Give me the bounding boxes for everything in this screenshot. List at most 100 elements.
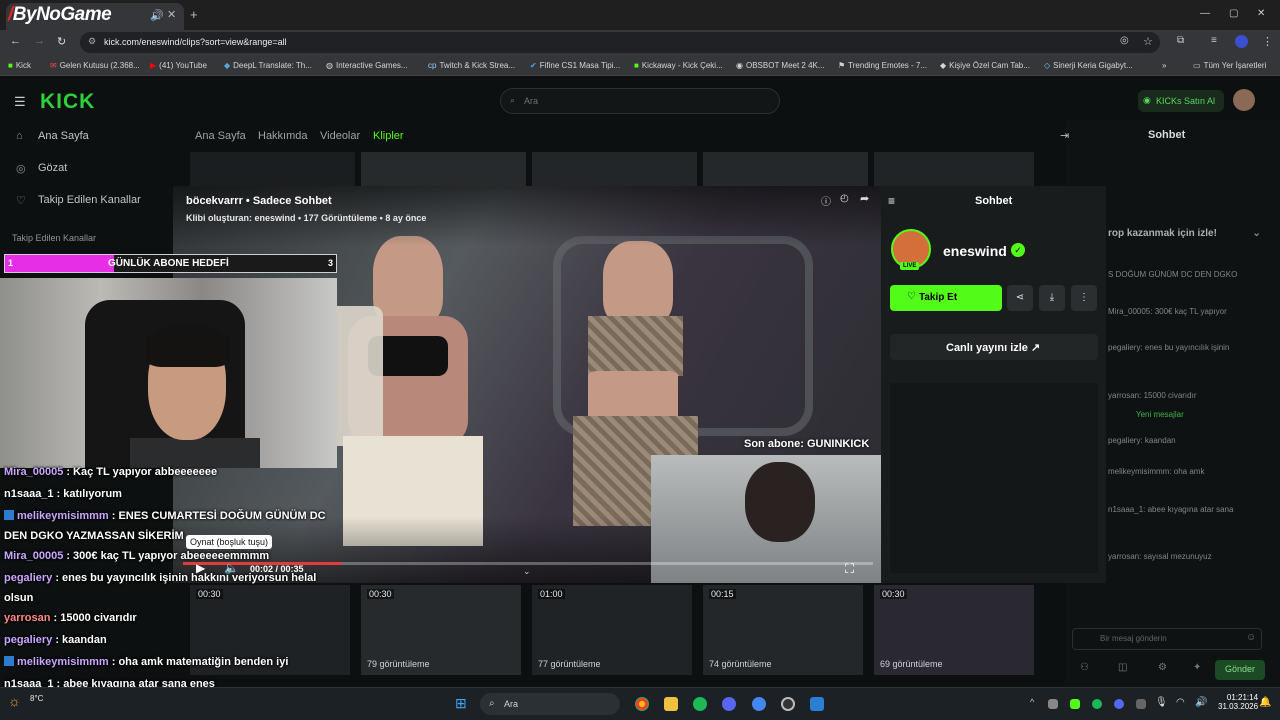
tab-about[interactable]: Hakkımda <box>258 130 308 142</box>
minimize-icon[interactable]: — <box>1200 8 1210 19</box>
app-icon[interactable] <box>810 697 824 711</box>
info-icon[interactable]: ⓘ <box>821 193 831 208</box>
media-icon[interactable]: ≡ <box>1211 35 1217 46</box>
bookmark-9[interactable]: ⚑ Trending Emotes - 7... <box>838 61 927 70</box>
bookmark-3[interactable]: ◆ DeepL Translate: Th... <box>224 61 312 70</box>
bookmark-7[interactable]: ■ Kickaway - Kick Çeki... <box>634 61 723 70</box>
bookmark-6[interactable]: ✔ Fifine CS1 Masa Tipi... <box>530 61 620 70</box>
weather-icon[interactable]: ☼ <box>8 693 21 709</box>
menu-icon[interactable]: ⋮ <box>1262 35 1273 48</box>
chrome-icon[interactable] <box>635 697 649 711</box>
collapse-panel-icon[interactable]: ≡ <box>888 194 895 208</box>
tray-steam-icon[interactable] <box>1136 699 1146 709</box>
user-avatar[interactable] <box>1233 89 1255 111</box>
users-icon[interactable]: ⚇ <box>1080 662 1089 673</box>
settings-icon[interactable]: ⚙ <box>1158 662 1167 673</box>
clip-thumb[interactable] <box>190 152 355 186</box>
chrome-profile-icon[interactable] <box>752 697 766 711</box>
site-info-icon[interactable]: ⚙ <box>88 36 96 47</box>
speaker-icon[interactable]: 🔊 <box>150 9 164 22</box>
tray-discord-icon[interactable] <box>1114 699 1124 709</box>
chat-username: n1saaa_1 <box>4 488 54 500</box>
more-bookmarks-icon[interactable]: » <box>1162 61 1166 70</box>
bookmark-2[interactable]: ▶ (41) YouTube <box>150 61 207 70</box>
bookmark-11[interactable]: ◇ Sinerji Keria Gigabyt... <box>1044 61 1133 70</box>
clip-title[interactable]: böcekvarrr • Sadece Sohbet <box>186 195 332 207</box>
close-tab-icon[interactable]: ✕ <box>167 8 176 21</box>
tray-kick-icon[interactable] <box>1070 699 1080 709</box>
taskbar-clock[interactable]: 01:21:14 31.03.2026 <box>1218 693 1258 711</box>
folder-icon[interactable] <box>664 697 678 711</box>
channel-name[interactable]: eneswind <box>943 243 1007 259</box>
tab-videos[interactable]: Videolar <box>320 130 360 142</box>
wifi-icon[interactable]: ◠ <box>1176 697 1185 708</box>
sidebar-item-following[interactable]: Takip Edilen Kanallar <box>38 194 141 206</box>
chat-username: yarrosan <box>4 612 51 624</box>
chevron-down-icon[interactable]: ⌄ <box>1252 226 1261 239</box>
reload-icon[interactable]: ↻ <box>57 35 66 48</box>
discord-icon[interactable] <box>722 697 736 711</box>
tab-clips[interactable]: Klipler <box>373 130 404 142</box>
clip-thumb[interactable] <box>361 152 526 186</box>
kicks-icon: ◉ <box>1143 95 1151 105</box>
emoji-icon[interactable]: ☺ <box>1246 632 1256 643</box>
forward-icon[interactable]: → <box>34 35 45 47</box>
kicks-small-icon[interactable]: ◫ <box>1118 662 1127 673</box>
clock-icon[interactable]: ◴ <box>840 193 849 204</box>
bookmark-4[interactable]: ◍ Interactive Games... <box>326 61 408 70</box>
fullscreen-icon[interactable]: ⛶ <box>845 561 854 577</box>
tray-chevron-icon[interactable]: ^ <box>1030 697 1034 707</box>
kick-logo[interactable]: KICK <box>40 90 95 114</box>
drop-banner[interactable]: rop kazanmak için izle! <box>1108 228 1217 239</box>
extensions-icon[interactable]: ⧉ <box>1177 35 1184 46</box>
bookmark-8[interactable]: ◉ OBSBOT Meet 2 4K... <box>736 61 825 70</box>
chat-line: S DOĞUM GÜNÜM DC DEN DGKO <box>1108 270 1238 279</box>
clip-thumb[interactable] <box>532 152 697 186</box>
maximize-icon[interactable]: ▢ <box>1229 8 1238 19</box>
sub-goal-fill <box>5 255 114 272</box>
chevron-down-icon[interactable]: ⌄ <box>523 566 531 577</box>
tray-spotify-icon[interactable] <box>1092 699 1102 709</box>
start-icon[interactable]: ⊞ <box>455 695 467 712</box>
bookmark-10[interactable]: ◆ Kişiye Özel Cam Tab... <box>940 61 1030 70</box>
download-button[interactable]: ⤓ <box>1039 285 1065 311</box>
mail-icon: ✉ <box>50 61 57 70</box>
all-bookmarks[interactable]: ▭ Tüm Yer İşaretleri <box>1193 61 1266 70</box>
bookmark-1[interactable]: ✉ Gelen Kutusu (2.368... <box>50 61 140 70</box>
spotify-icon[interactable] <box>693 697 707 711</box>
search-input[interactable] <box>500 88 780 114</box>
volume-tray-icon[interactable]: 🔊 <box>1195 697 1207 708</box>
hamburger-icon[interactable]: ☰ <box>14 94 26 110</box>
close-window-icon[interactable]: ✕ <box>1257 8 1265 19</box>
clip-views: 77 görüntüleme <box>538 659 601 669</box>
back-icon[interactable]: ← <box>10 35 21 47</box>
sidebar-item-browse[interactable]: Gözat <box>38 162 67 174</box>
tab-home[interactable]: Ana Sayfa <box>195 130 246 142</box>
collapse-chat-icon[interactable]: ⇥ <box>1060 129 1069 142</box>
latest-subscriber: Son abone: GUNINKICK <box>744 438 870 450</box>
gift-small-icon[interactable]: ✦ <box>1193 662 1201 673</box>
profile-avatar[interactable] <box>1235 35 1248 48</box>
share-button[interactable]: ⋖ <box>1007 285 1033 311</box>
mic-icon[interactable]: 🎙 <box>1155 697 1168 708</box>
star-icon[interactable]: ☆ <box>1143 35 1153 48</box>
tray-app-icon[interactable] <box>1048 699 1058 709</box>
new-tab-icon[interactable]: + <box>190 7 198 22</box>
url-text[interactable]: kick.com/eneswind/clips?sort=view&range=… <box>104 37 287 47</box>
heart-icon: ♡ <box>16 195 26 207</box>
bookmark-0[interactable]: ■ Kick <box>8 61 31 70</box>
clip-thumb[interactable] <box>703 152 868 186</box>
clip-thumb[interactable] <box>874 152 1034 186</box>
sidebar-item-home[interactable]: Ana Sayfa <box>38 130 89 142</box>
eye-off-icon[interactable]: ◎ <box>1120 35 1129 46</box>
chat-message: : 15000 civarıdır <box>53 612 137 624</box>
overlay-chat-line: olsun <box>4 592 33 604</box>
bookmark-5[interactable]: cp Twitch & Kick Strea... <box>428 61 515 70</box>
notification-icon[interactable]: 🔔 <box>1259 697 1271 708</box>
taskbar-search[interactable] <box>480 693 620 715</box>
share-arrow-icon[interactable]: ➦ <box>860 192 869 205</box>
obs-icon[interactable] <box>781 697 795 711</box>
chat-message: : oha amk matematiğin benden iyi <box>111 656 289 668</box>
more-button[interactable]: ⋮ <box>1071 285 1097 311</box>
deepl-icon: ◆ <box>224 61 231 70</box>
